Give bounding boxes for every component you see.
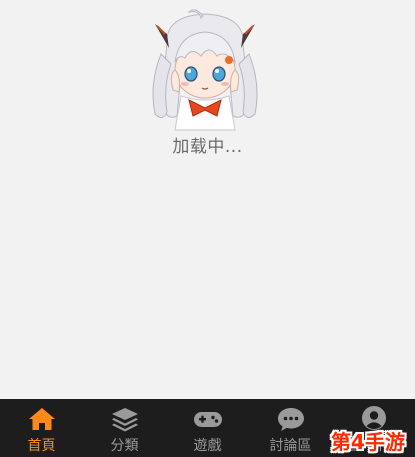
watermark: 第4手游 [331,429,405,454]
home-icon [28,408,55,430]
tab-label: 討論區 [269,438,312,454]
gamepad-icon [193,412,222,427]
tab-label: 首頁 [27,438,56,454]
tab-home[interactable]: 首頁 [0,399,83,457]
layers-icon [111,408,138,432]
chat-bubble-icon [277,408,304,431]
tab-label: 遊戲 [193,438,222,454]
loading-area: 加载中... [0,0,415,400]
tab-label: 分類 [110,438,139,454]
tab-forum[interactable]: 討論區 [249,399,332,457]
tab-categories[interactable]: 分類 [83,399,166,457]
mascot-illustration [152,9,258,131]
loading-text: 加载中... [172,137,243,157]
tab-games[interactable]: 遊戲 [166,399,249,457]
